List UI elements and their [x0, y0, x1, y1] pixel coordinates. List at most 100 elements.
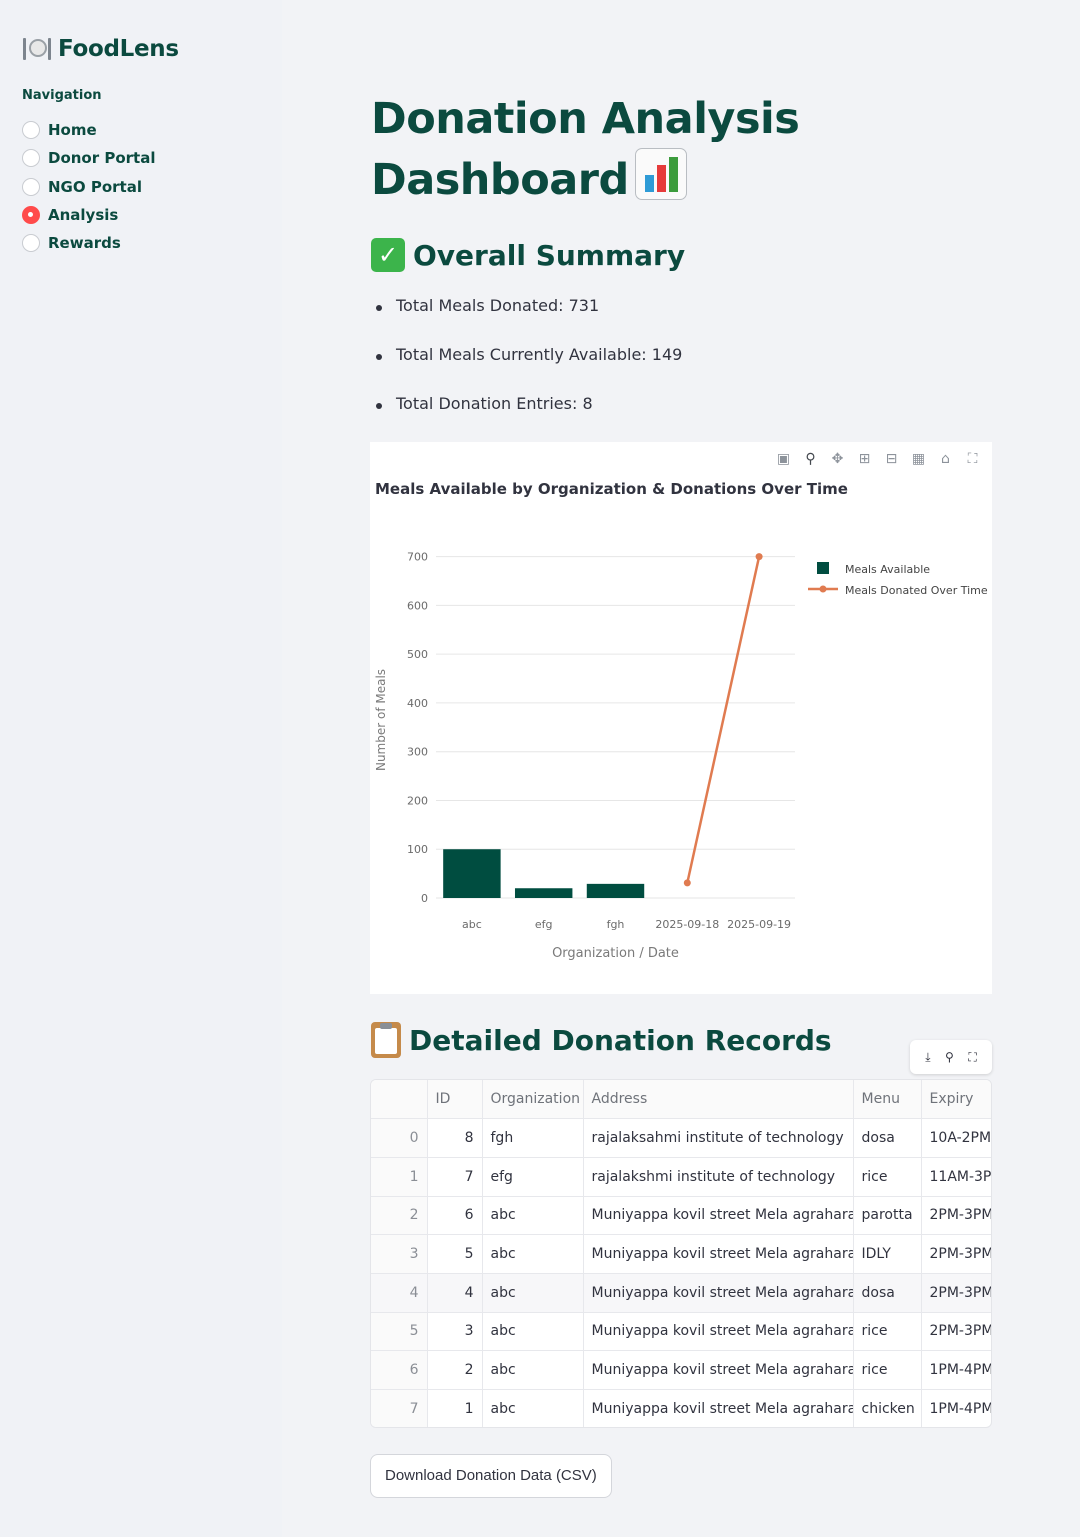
x-tick-label: 2025-09-18	[655, 918, 719, 931]
radio-home[interactable]	[22, 121, 40, 140]
col-header-expiry[interactable]: Expiry	[921, 1080, 991, 1120]
menu-cell[interactable]: rice	[853, 1350, 922, 1390]
radio-donor-portal[interactable]	[22, 149, 40, 168]
line-point-2025-09-18	[683, 879, 691, 887]
radio-analysis-selected[interactable]	[22, 206, 40, 225]
col-header-index[interactable]	[371, 1080, 428, 1120]
nav-radio-group: Home Donor Portal NGO Portal Analysis Re…	[22, 116, 156, 257]
brand: FoodLens	[22, 34, 179, 64]
nav-item-analysis[interactable]: Analysis	[22, 201, 156, 229]
id-cell[interactable]: 8	[427, 1118, 483, 1158]
bar-fgh	[586, 883, 645, 898]
table-row[interactable]: 3 5 abc Muniyappa kovil street Mela agrahar…	[371, 1234, 991, 1274]
id-cell[interactable]: 6	[427, 1196, 483, 1236]
summary-item: Total Meals Currently Available: 149	[375, 345, 682, 394]
expiry-cell[interactable]: 2PM-3PM	[921, 1196, 991, 1236]
nav-item-label: Donor Portal	[48, 149, 156, 168]
id-cell[interactable]: 4	[427, 1273, 483, 1313]
id-cell[interactable]: 2	[427, 1350, 483, 1390]
id-cell[interactable]: 3	[427, 1312, 483, 1352]
table-toolbar: ⤓ ⚲ ⛶	[910, 1040, 992, 1074]
address-cell[interactable]: Muniyappa kovil street Mela agraharam	[583, 1350, 854, 1390]
menu-cell[interactable]: chicken	[853, 1389, 922, 1427]
address-cell[interactable]: Muniyappa kovil street Mela agraharam	[583, 1389, 854, 1427]
menu-cell[interactable]: dosa	[853, 1273, 922, 1313]
table-row[interactable]: 6 2 abc Muniyappa kovil street Mela agrahar…	[371, 1350, 991, 1390]
nav-item-rewards[interactable]: Rewards	[22, 229, 156, 257]
y-tick-label: 0	[421, 892, 428, 905]
organization-cell[interactable]: abc	[482, 1196, 584, 1236]
organization-cell[interactable]: fgh	[482, 1118, 584, 1158]
menu-cell[interactable]: rice	[853, 1157, 922, 1197]
records-table[interactable]: ID Organization Address Menu Expiry 0 8 fg…	[370, 1079, 992, 1428]
address-cell[interactable]: Muniyappa kovil street Mela agraharam	[583, 1273, 854, 1313]
menu-cell[interactable]: dosa	[853, 1118, 922, 1158]
search-icon[interactable]: ⚲	[945, 1050, 954, 1064]
y-tick-label: 600	[407, 599, 428, 612]
table-row[interactable]: 5 3 abc Muniyappa kovil street Mela agrahar…	[371, 1312, 991, 1352]
summary-item: Total Meals Donated: 731	[375, 296, 682, 345]
organization-cell[interactable]: efg	[482, 1157, 584, 1197]
table-row[interactable]: 2 6 abc Muniyappa kovil street Mela agrahar…	[371, 1196, 991, 1236]
nav-item-donor-portal[interactable]: Donor Portal	[22, 144, 156, 172]
row-index[interactable]: 5	[371, 1312, 428, 1352]
id-cell[interactable]: 1	[427, 1389, 483, 1427]
main-content: Donation Analysis Dashboard ✓ Overall Su…	[282, 0, 1080, 1537]
organization-cell[interactable]: abc	[482, 1350, 584, 1390]
y-tick-label: 500	[407, 648, 428, 661]
summary-list: Total Meals Donated: 731 Total Meals Cur…	[375, 296, 682, 443]
download-csv-button[interactable]: Download Donation Data (CSV)	[370, 1454, 612, 1498]
clipboard-icon	[371, 1022, 401, 1058]
organization-cell[interactable]: abc	[482, 1273, 584, 1313]
expiry-cell[interactable]: 1PM-4PM	[921, 1350, 991, 1390]
id-cell[interactable]: 5	[427, 1234, 483, 1274]
x-tick-label: abc	[462, 918, 482, 931]
row-index[interactable]: 7	[371, 1389, 428, 1427]
expiry-cell[interactable]: 1PM-4PM	[921, 1389, 991, 1427]
col-header-address[interactable]: Address	[583, 1080, 854, 1120]
chart-card: ▣ ⚲ ✥ ⊞ ⊟ ▦ ⌂ ⛶ Meals Available by Organ…	[370, 442, 992, 994]
menu-cell[interactable]: parotta	[853, 1196, 922, 1236]
row-index[interactable]: 6	[371, 1350, 428, 1390]
download-icon[interactable]: ⤓	[925, 1050, 930, 1065]
organization-cell[interactable]: abc	[482, 1389, 584, 1427]
nav-item-home[interactable]: Home	[22, 116, 156, 144]
x-tick-label: efg	[535, 918, 553, 931]
row-index[interactable]: 1	[371, 1157, 428, 1197]
fullscreen-icon[interactable]: ⛶	[968, 1050, 976, 1065]
expiry-cell[interactable]: 2PM-3PM	[921, 1273, 991, 1313]
table-row[interactable]: 0 8 fgh rajalaksahmi institute of technolog…	[371, 1118, 991, 1158]
row-index[interactable]: 4	[371, 1273, 428, 1313]
organization-cell[interactable]: abc	[482, 1312, 584, 1352]
expiry-cell[interactable]: 11AM-3PM	[921, 1157, 991, 1197]
col-header-id[interactable]: ID	[427, 1080, 483, 1120]
expiry-cell[interactable]: 2PM-3PM	[921, 1234, 991, 1274]
table-row[interactable]: 7 1 abc Muniyappa kovil street Mela agrahar…	[371, 1389, 991, 1427]
menu-cell[interactable]: rice	[853, 1312, 922, 1352]
bar-chart-emoji-icon	[634, 148, 687, 200]
menu-cell[interactable]: IDLY	[853, 1234, 922, 1274]
id-cell[interactable]: 7	[427, 1157, 483, 1197]
row-index[interactable]: 3	[371, 1234, 428, 1274]
radio-rewards[interactable]	[22, 234, 40, 253]
address-cell[interactable]: Muniyappa kovil street Mela agraharam	[583, 1234, 854, 1274]
col-header-menu[interactable]: Menu	[853, 1080, 922, 1120]
table-row[interactable]: 4 4 abc Muniyappa kovil street Mela agrahar…	[371, 1273, 991, 1313]
sidebar: FoodLens Navigation Home Donor Portal NG…	[0, 0, 282, 1537]
nav-item-ngo-portal[interactable]: NGO Portal	[22, 173, 156, 201]
organization-cell[interactable]: abc	[482, 1234, 584, 1274]
table-row[interactable]: 1 7 efg rajalakshmi institute of technology…	[371, 1157, 991, 1197]
address-cell[interactable]: rajalaksahmi institute of technology	[583, 1118, 854, 1158]
address-cell[interactable]: rajalakshmi institute of technology	[583, 1157, 854, 1197]
expiry-cell[interactable]: 10A-2PM	[921, 1118, 991, 1158]
col-header-organization[interactable]: Organization	[482, 1080, 584, 1120]
row-index[interactable]: 0	[371, 1118, 428, 1158]
address-cell[interactable]: Muniyappa kovil street Mela agraharam	[583, 1312, 854, 1352]
radio-ngo-portal[interactable]	[22, 177, 40, 196]
bar-abc	[443, 849, 501, 898]
expiry-cell[interactable]: 2PM-3PM	[921, 1312, 991, 1352]
address-cell[interactable]: Muniyappa kovil street Mela agraharam	[583, 1196, 854, 1236]
row-index[interactable]: 2	[371, 1196, 428, 1236]
summary-heading: ✓ Overall Summary	[371, 238, 685, 272]
legend-label: Meals Available	[845, 563, 930, 576]
